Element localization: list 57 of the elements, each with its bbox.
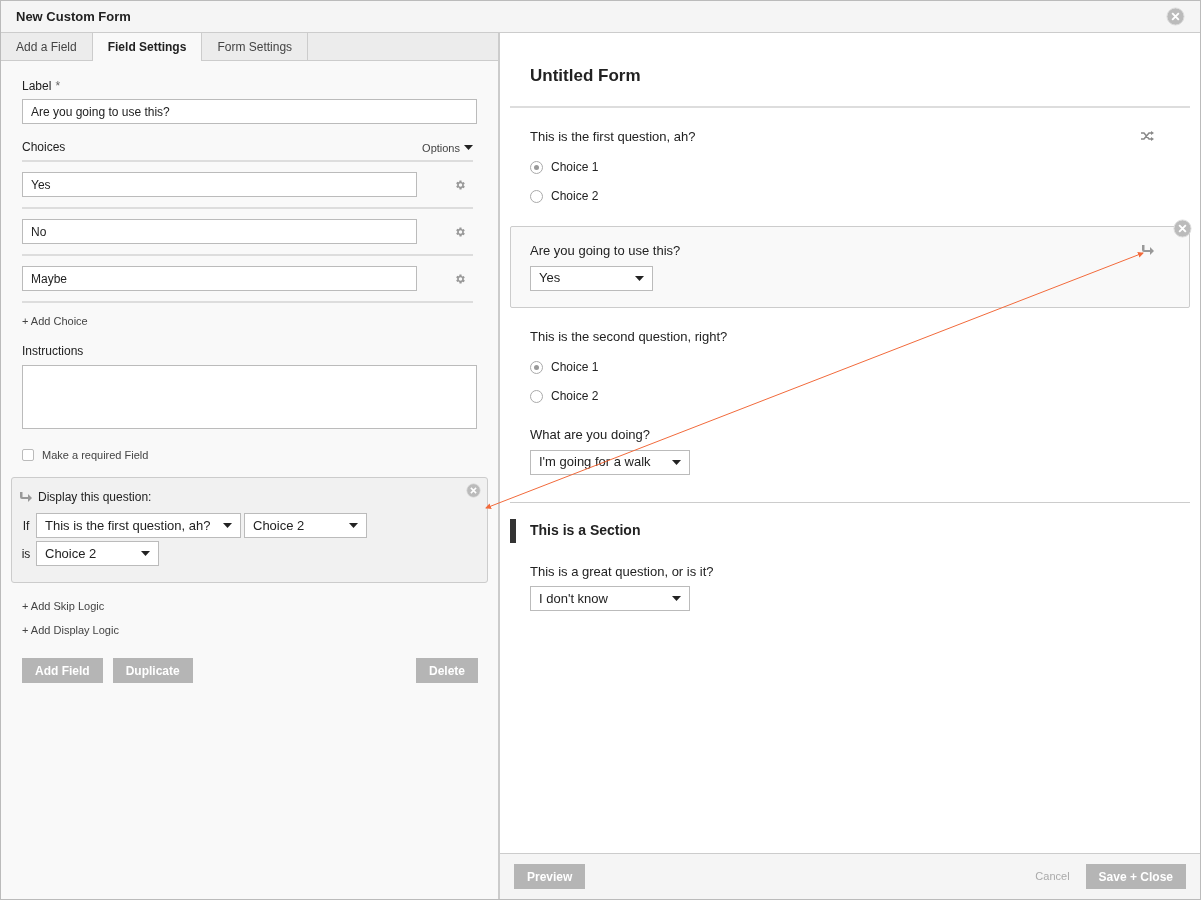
caret-icon [635, 275, 644, 281]
dropdown[interactable]: I don't know [530, 586, 690, 611]
question-label: This is the second question, right? [530, 327, 728, 346]
window-title: New Custom Form [16, 7, 131, 26]
label-input[interactable]: Are you going to use this? [22, 99, 477, 124]
instructions-field[interactable] [22, 364, 477, 429]
section-title: This is a Section [530, 521, 641, 540]
add-choice-link[interactable]: + Add Choice [22, 313, 88, 330]
add-logic-link[interactable]: + Add Display Logic [22, 621, 119, 638]
dropdown[interactable]: Choice 2 [36, 541, 159, 566]
shuffle-icon [1141, 130, 1154, 141]
caret-icon [349, 523, 358, 528]
caret-icon [223, 523, 232, 528]
choice-input[interactable]: Yes [22, 172, 417, 197]
checkbox-label: Make a required Field [42, 447, 149, 463]
form-title: Untitled Form [510, 63, 1190, 108]
caret-icon [672, 459, 681, 465]
choices-label: Choices [22, 139, 66, 156]
required-mark: * [55, 78, 61, 95]
radio-button[interactable] [530, 160, 543, 174]
question-label: Are you going to use this? [530, 242, 681, 260]
gear-icon[interactable] [454, 272, 466, 285]
choice-input[interactable]: No [22, 219, 417, 244]
question-label: What are you doing? [530, 426, 650, 444]
tab[interactable]: Field Settings [92, 33, 203, 61]
radio-label: Choice 1 [551, 359, 599, 376]
logic-arrow-icon [1141, 245, 1154, 257]
radio-label: Choice 1 [551, 159, 599, 176]
radio-button[interactable] [530, 189, 543, 203]
options-menu[interactable]: Options [422, 139, 473, 156]
caret-icon [141, 551, 150, 556]
question-label: This is the first question, ah? [530, 127, 696, 146]
close-icon[interactable] [466, 483, 481, 498]
radio-button[interactable] [530, 360, 543, 374]
close-icon[interactable] [1166, 7, 1185, 26]
instructions-label: Instructions [22, 342, 84, 360]
gear-icon[interactable] [454, 225, 466, 238]
radio-button[interactable] [530, 389, 543, 403]
field-label: Label [22, 78, 52, 95]
radio-label: Choice 2 [551, 388, 599, 405]
if-label: If [21, 517, 31, 535]
choice-input[interactable]: Maybe [22, 266, 417, 291]
checkbox[interactable] [22, 448, 34, 461]
gear-icon[interactable] [454, 178, 466, 191]
add-logic-link[interactable]: + Add Skip Logic [22, 598, 105, 615]
dropdown[interactable]: This is the first question, ah? [36, 513, 241, 538]
section-marker [510, 518, 516, 543]
caret-icon [464, 145, 473, 151]
display-logic-title: Display this question: [38, 489, 152, 506]
caret-icon [672, 596, 681, 601]
is-label: is [20, 545, 32, 563]
branch-arrow-icon [19, 491, 32, 503]
radio-label: Choice 2 [551, 188, 599, 205]
question-label: This is a great question, or is it? [530, 562, 714, 581]
dropdown[interactable]: Choice 2 [244, 513, 367, 538]
selected-question-card[interactable]: Are you going to use this? Yes [510, 226, 1190, 308]
dropdown[interactable]: Yes [530, 265, 653, 291]
